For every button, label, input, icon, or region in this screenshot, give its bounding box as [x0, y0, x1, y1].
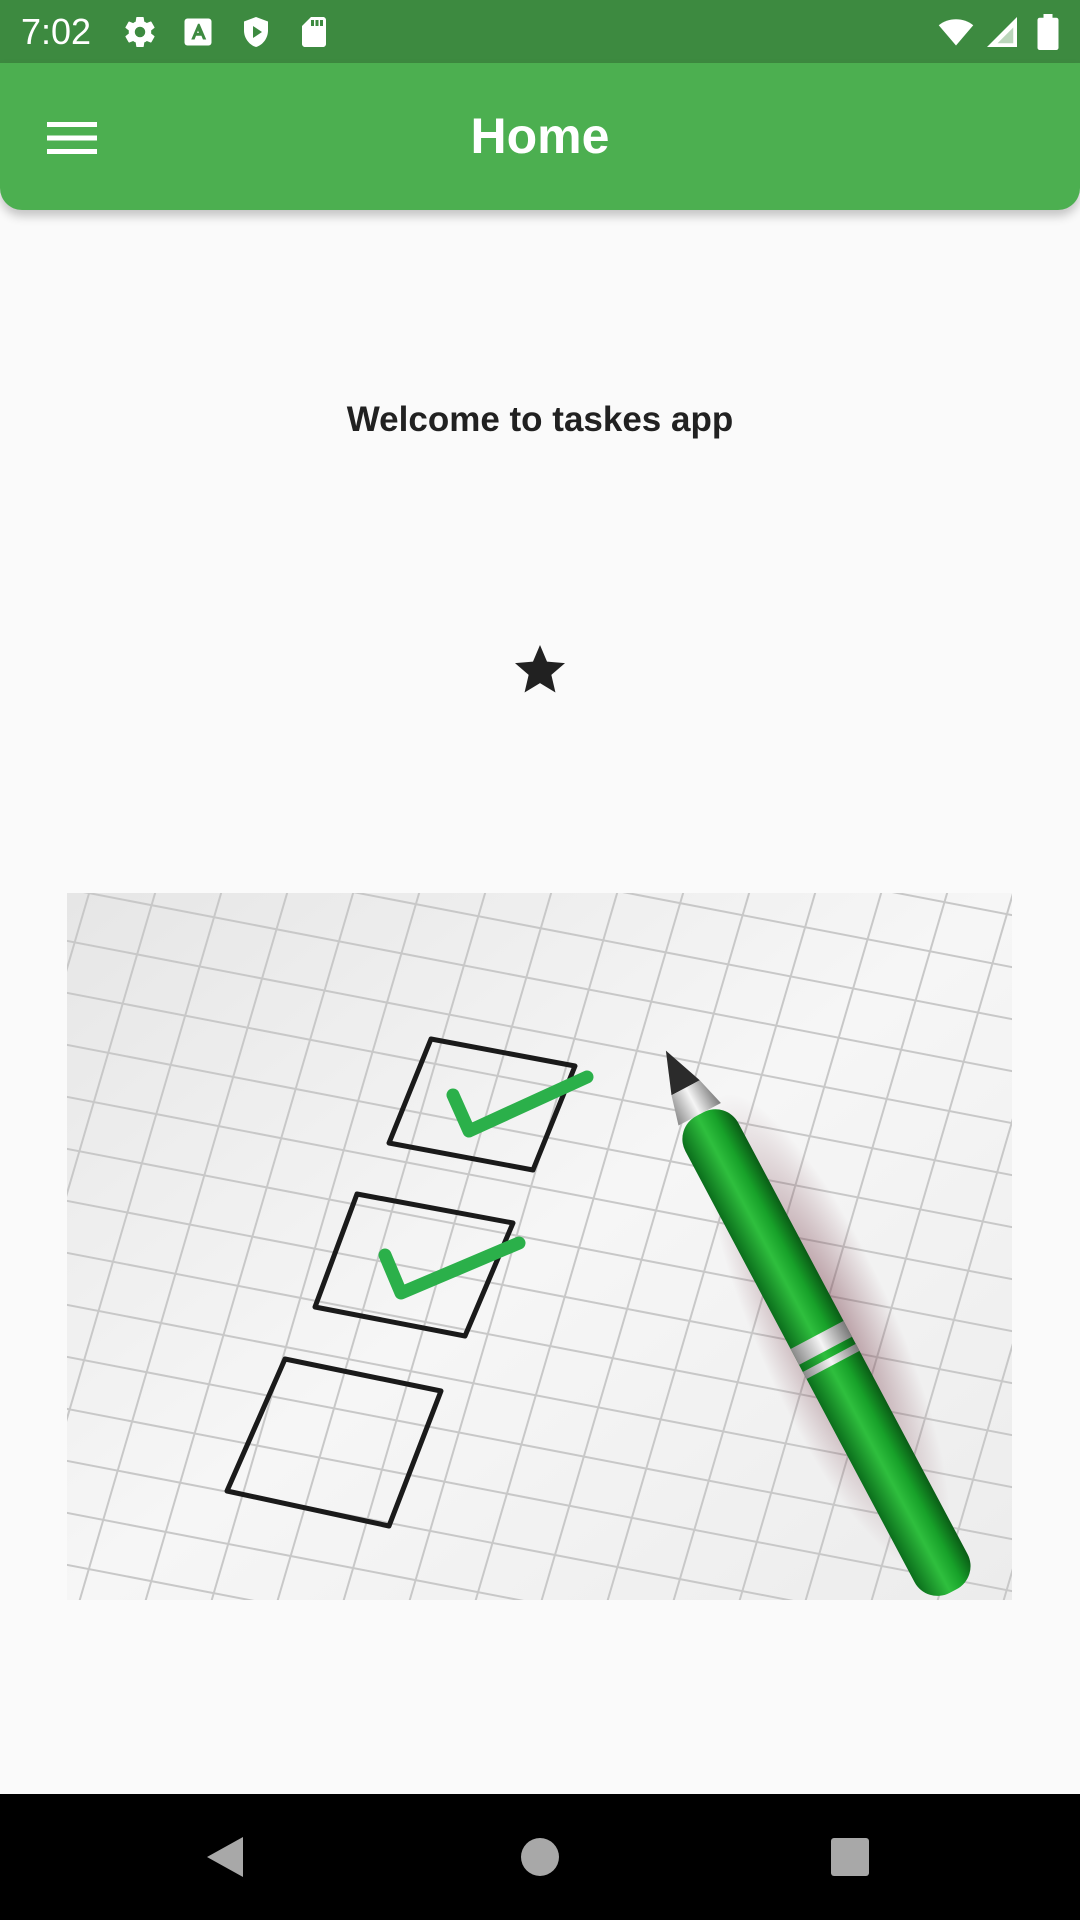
- checklist-illustration: [67, 893, 1012, 1600]
- text-a-icon: [184, 18, 212, 46]
- status-right-icons: [936, 14, 1066, 50]
- welcome-text: Welcome to taskes app: [346, 400, 734, 439]
- sd-card-icon: [302, 17, 326, 47]
- gear-icon: [125, 17, 155, 48]
- back-button[interactable]: [192, 1824, 258, 1890]
- star-icon: [515, 645, 565, 693]
- page-title: Home: [470, 108, 610, 164]
- nav-bar: [0, 1794, 1080, 1920]
- checklist-image: [67, 893, 1012, 1600]
- home-button[interactable]: [507, 1824, 573, 1890]
- battery-icon: [1037, 14, 1059, 50]
- recents-icon: [831, 1838, 869, 1876]
- wifi-icon: [938, 19, 974, 46]
- shield-play-icon: [244, 17, 268, 47]
- app-bar: Home: [0, 63, 1080, 210]
- back-icon: [207, 1837, 243, 1877]
- status-bar: 7:02: [0, 0, 1080, 63]
- recents-button[interactable]: [817, 1824, 883, 1890]
- home-icon: [521, 1838, 559, 1876]
- status-time: 7:02: [21, 11, 92, 52]
- signal-icon: [987, 17, 1017, 47]
